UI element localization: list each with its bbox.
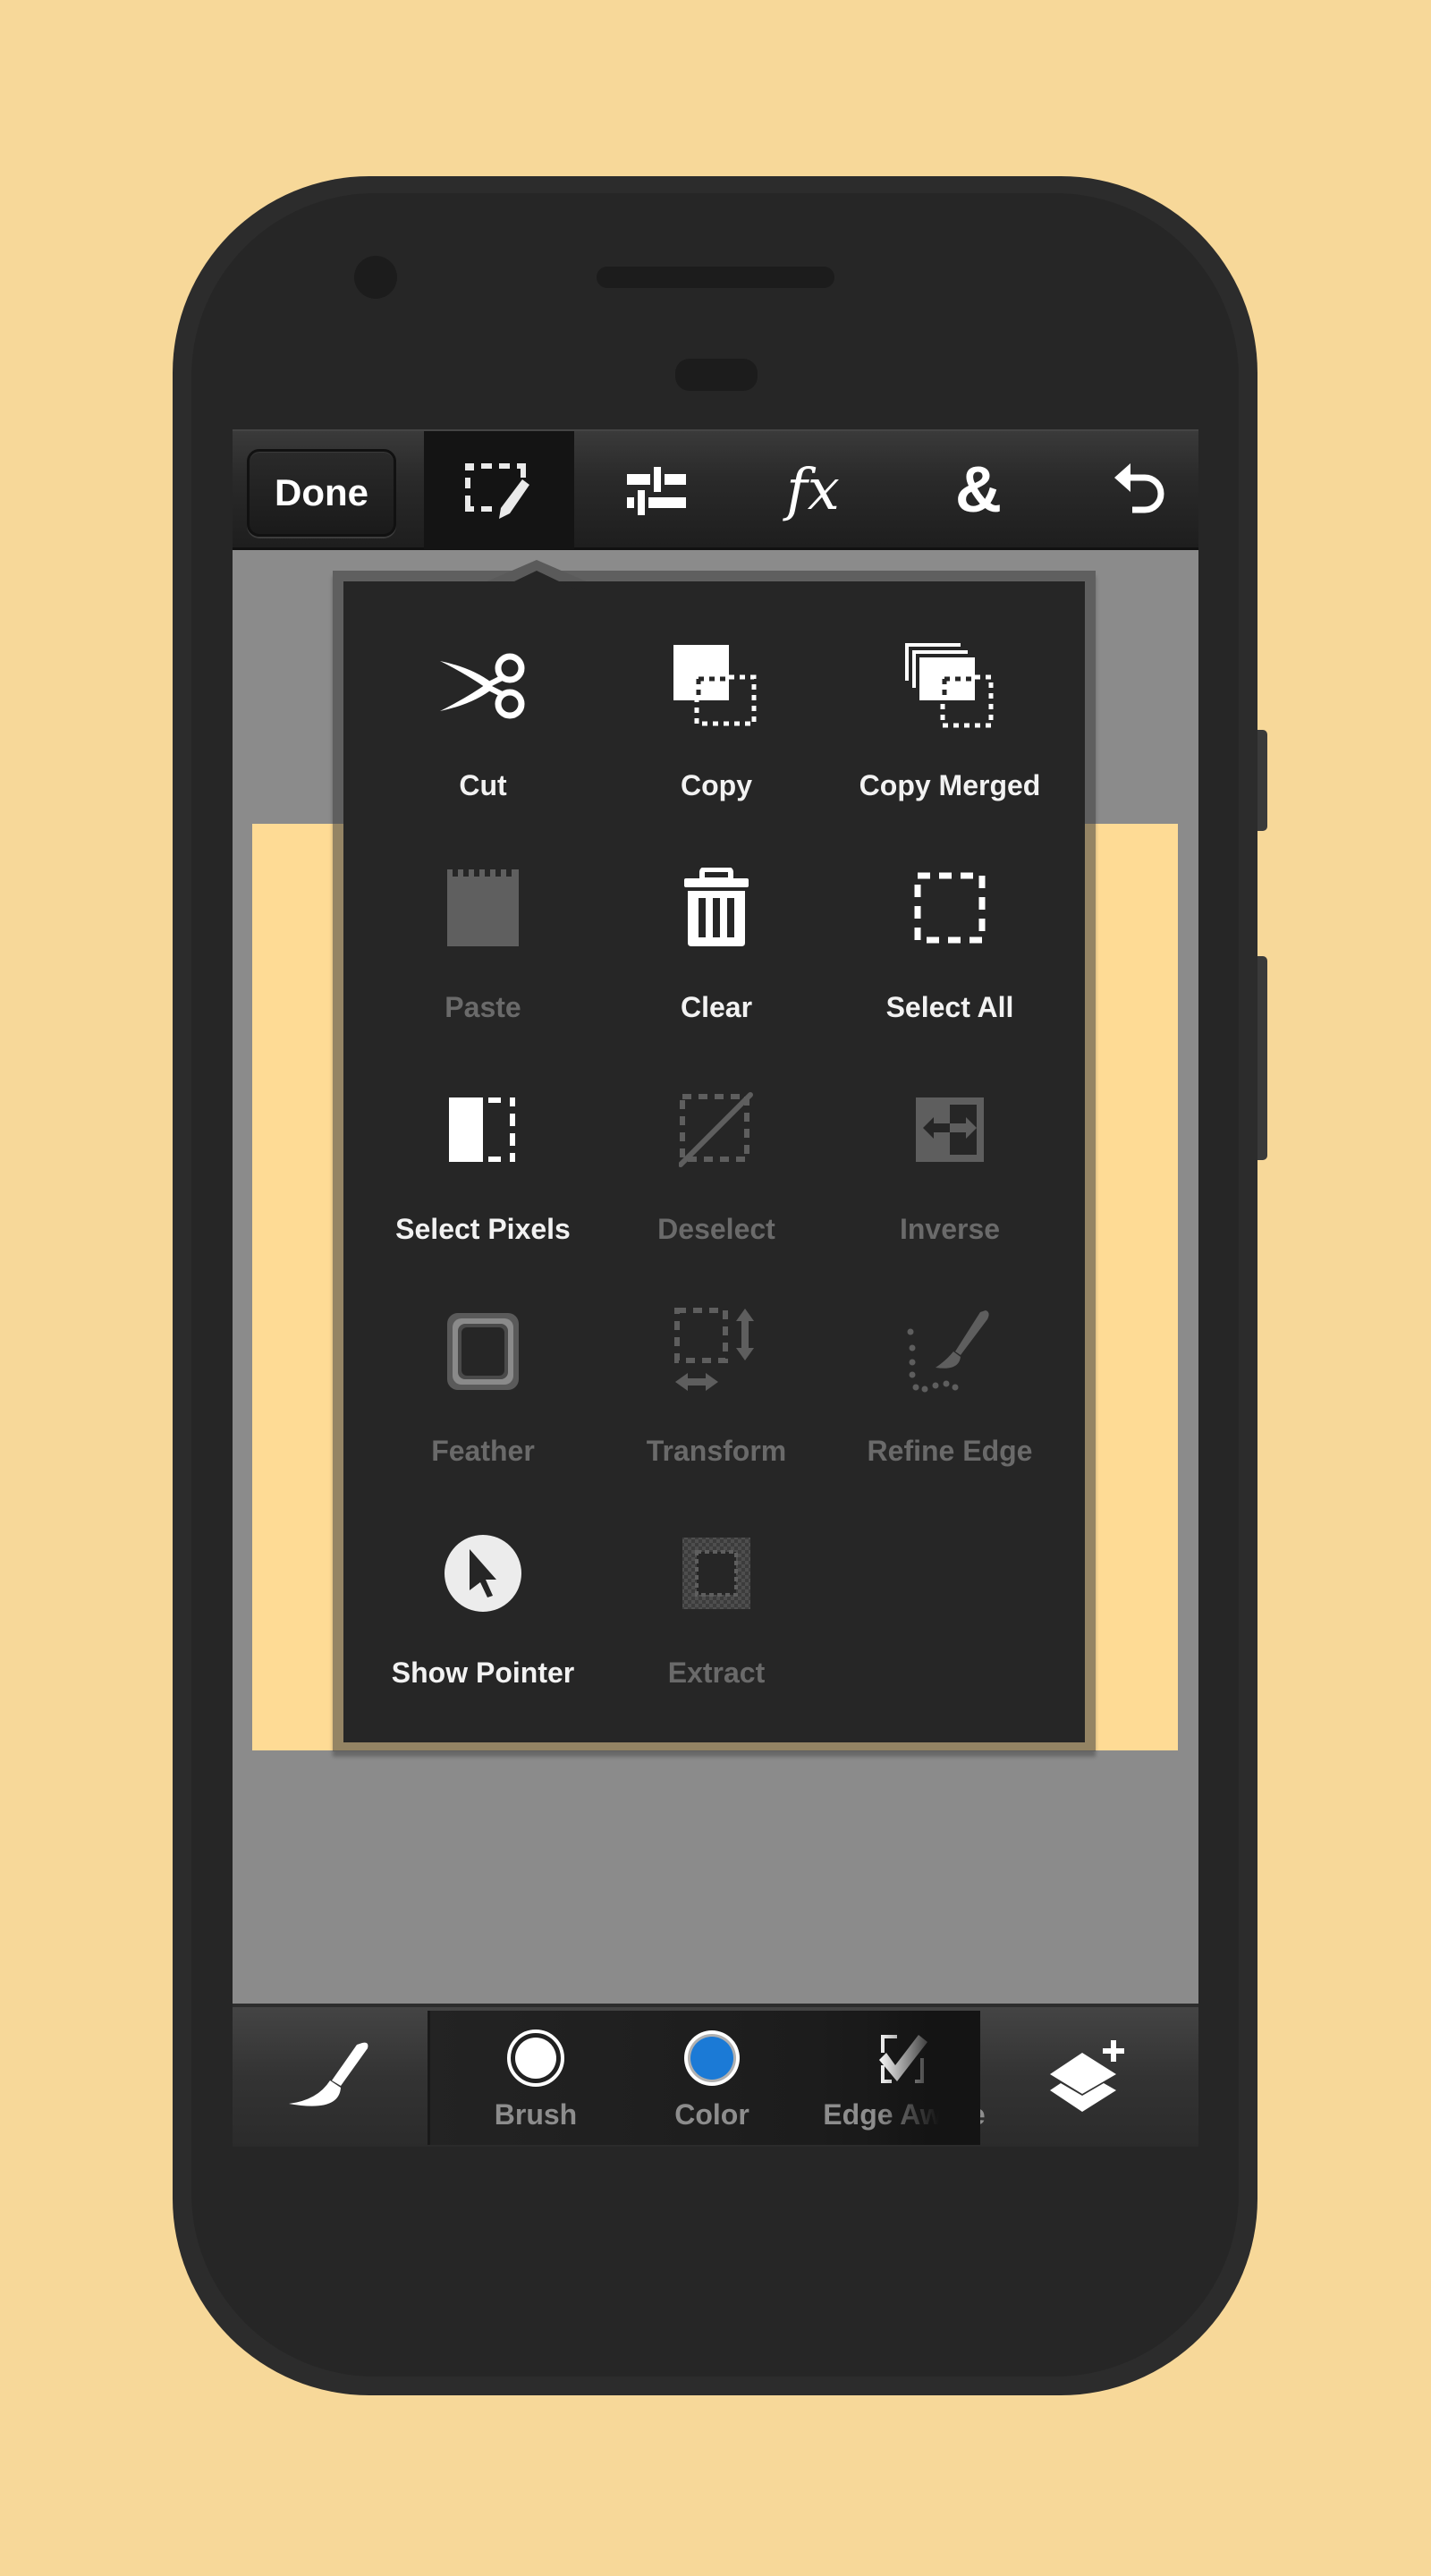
inverse-icon (916, 1097, 984, 1162)
popup-pointer-arrow-inner (492, 571, 581, 592)
menu-item-deselect[interactable]: Deselect (609, 1045, 824, 1259)
option-label: Brush (494, 2098, 578, 2131)
transform-icon (674, 1308, 754, 1391)
menu-item-label: Paste (445, 991, 521, 1023)
menu-item-label: Copy (681, 769, 752, 801)
undo-button[interactable] (1073, 431, 1198, 549)
add-layer-button[interactable] (978, 2007, 1198, 2147)
brush-size-option[interactable]: Brush (482, 2011, 589, 2145)
color-swatch-icon (684, 2030, 740, 2086)
paintbrush-icon (289, 2042, 368, 2106)
menu-item-copy-merged[interactable]: Copy Merged (843, 601, 1057, 816)
front-camera (354, 256, 397, 299)
menu-item-label: Select Pixels (395, 1213, 571, 1245)
sliders-icon (627, 467, 686, 515)
refine-edge-icon (907, 1310, 989, 1393)
tab-selection-tools[interactable] (424, 431, 574, 549)
brush-size-icon (507, 2029, 564, 2087)
feather-icon (447, 1313, 519, 1390)
menu-item-show-pointer[interactable]: Show Pointer (376, 1488, 590, 1703)
copy-icon (673, 645, 757, 726)
scissors-icon (440, 653, 525, 719)
copy-merged-icon (905, 643, 994, 728)
menu-item-label: Extract (667, 1657, 766, 1689)
menu-item-label: Select All (885, 991, 1014, 1023)
menu-item-extract[interactable]: Extract (609, 1488, 824, 1703)
brush-options-panel: Brush Color Edge Aware (428, 2011, 986, 2145)
select-pixels-icon (449, 1097, 515, 1162)
earpiece-speaker (597, 267, 834, 288)
menu-item-refine-edge[interactable]: Refine Edge (843, 1267, 1057, 1481)
menu-item-select-all[interactable]: Select All (843, 823, 1057, 1038)
menu-item-paste[interactable]: Paste (376, 823, 590, 1038)
tab-effects[interactable]: fx (747, 431, 879, 549)
done-button[interactable]: Done (247, 449, 396, 537)
menu-item-label: Cut (459, 769, 507, 801)
selection-edit-icon (465, 463, 529, 519)
menu-item-transform[interactable]: Transform (609, 1267, 824, 1481)
brush-tool-button[interactable] (233, 2007, 428, 2147)
add-layer-icon (1049, 2040, 1124, 2112)
app-screen: Done fx & Cut Copy Copy Merged Paste Cle… (233, 429, 1198, 2147)
menu-item-label: Show Pointer (391, 1657, 575, 1689)
menu-item-label: Deselect (657, 1213, 775, 1245)
color-option[interactable]: Color (658, 2011, 766, 2145)
deselect-icon (679, 1092, 753, 1167)
undo-icon (1114, 463, 1164, 513)
menu-item-clear[interactable]: Clear (609, 823, 824, 1038)
menu-item-feather[interactable]: Feather (376, 1267, 590, 1481)
pointer-icon (445, 1535, 521, 1612)
menu-item-cut[interactable]: Cut (376, 601, 590, 816)
scroll-fade (877, 2011, 980, 2145)
menu-item-label: Copy Merged (859, 769, 1041, 801)
paste-icon (447, 869, 519, 946)
menu-item-label: Inverse (899, 1213, 1001, 1245)
select-all-icon (914, 872, 986, 944)
phone-volume-button (1257, 956, 1267, 1160)
tab-blend[interactable]: & (912, 431, 1045, 549)
bottom-toolbar: Brush Color Edge Aware (233, 2004, 1198, 2147)
menu-item-label: Clear (680, 991, 753, 1023)
tab-adjustments[interactable] (590, 431, 723, 549)
menu-item-select-pixels[interactable]: Select Pixels (376, 1045, 590, 1259)
extract-icon (682, 1538, 750, 1609)
menu-item-inverse[interactable]: Inverse (843, 1045, 1057, 1259)
menu-item-copy[interactable]: Copy (609, 601, 824, 816)
menu-item-label: Transform (646, 1435, 787, 1467)
phone-power-button (1257, 730, 1267, 831)
top-toolbar: Done fx & (233, 429, 1198, 550)
menu-item-label: Feather (431, 1435, 535, 1467)
menu-item-label: Refine Edge (867, 1435, 1033, 1467)
trash-icon (684, 868, 749, 946)
option-label: Color (674, 2098, 749, 2131)
proximity-sensor (675, 359, 758, 391)
